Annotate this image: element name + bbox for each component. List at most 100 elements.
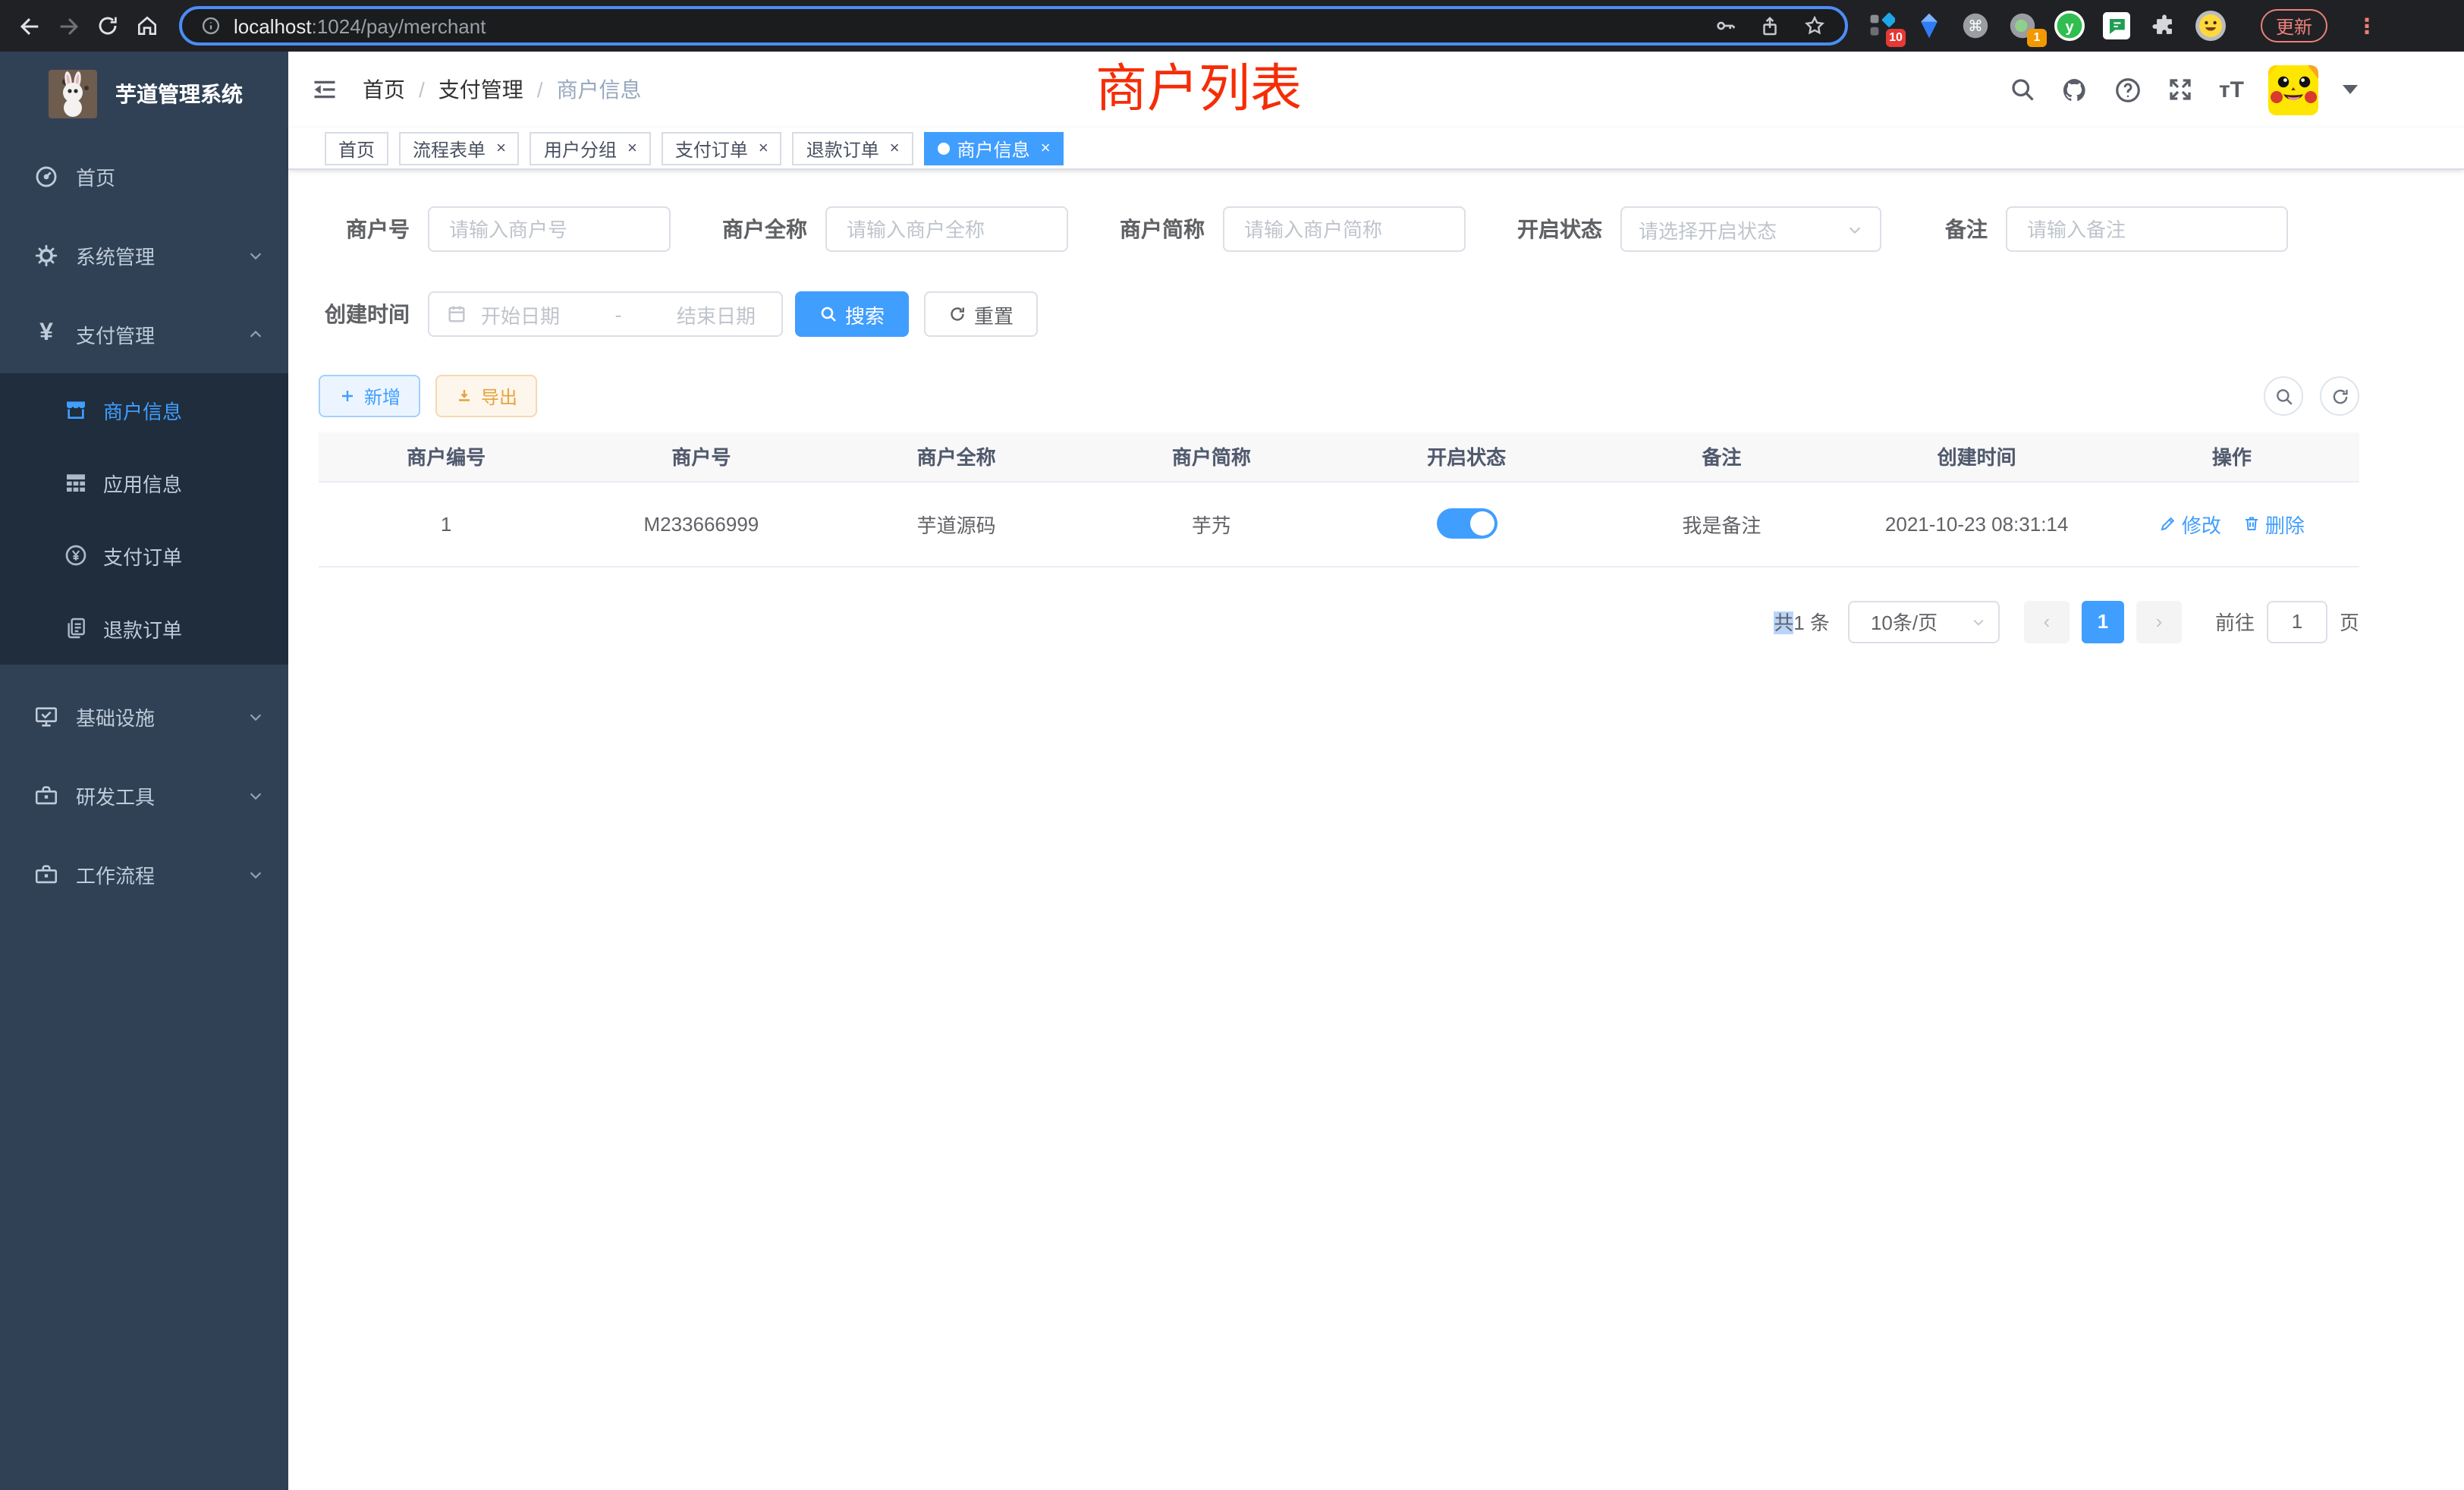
sidebar-fold-icon[interactable] <box>311 76 338 103</box>
browser-chrome: localhost:1024/pay/merchant 10 ⌘ 1 <box>0 0 2464 52</box>
create-time-label: 创建时间 <box>319 299 410 329</box>
info-icon[interactable] <box>200 15 222 36</box>
table-row: 1 M233666999 芋道源码 芋艿 我是备注 2021-10-23 08:… <box>319 481 2359 566</box>
sidebar-item-label: 研发工具 <box>76 781 155 809</box>
refresh-table-button[interactable] <box>2320 376 2359 416</box>
tab-pay-order[interactable]: 支付订单× <box>662 132 782 165</box>
font-size-icon[interactable]: тT <box>2219 78 2244 101</box>
tab-process-form[interactable]: 流程表单× <box>399 132 520 165</box>
prev-page-button[interactable]: ‹ <box>2024 600 2070 643</box>
url-bar[interactable]: localhost:1024/pay/merchant <box>179 6 1848 46</box>
chevron-up-icon <box>247 325 264 342</box>
tab-merchant-info[interactable]: 商户信息× <box>924 132 1064 165</box>
user-avatar[interactable] <box>2268 64 2318 115</box>
goto-page-input[interactable] <box>2267 600 2327 643</box>
bookmark-star-icon[interactable] <box>1802 14 1827 38</box>
search-button[interactable]: 搜索 <box>795 291 909 337</box>
goto-label: 前往 <box>2215 607 2255 636</box>
page-1-button[interactable]: 1 <box>2082 600 2124 643</box>
home-icon[interactable] <box>127 6 167 46</box>
search-icon[interactable] <box>2010 76 2037 103</box>
sidebar-item-label: 首页 <box>76 162 115 190</box>
help-icon[interactable] <box>2114 75 2143 104</box>
yen-icon: ¥ <box>33 321 59 347</box>
calendar-icon <box>446 303 467 325</box>
github-icon[interactable] <box>2061 75 2090 104</box>
chat-extension-icon[interactable] <box>2101 11 2132 41</box>
edit-link[interactable]: 修改 <box>2159 509 2221 538</box>
date-separator: - <box>560 303 677 325</box>
next-page-button[interactable]: › <box>2136 600 2182 643</box>
sidebar-item-system[interactable]: 系统管理 <box>0 215 288 294</box>
close-icon[interactable]: × <box>627 140 637 157</box>
close-icon[interactable]: × <box>496 140 506 157</box>
cell-full-name: 芋道源码 <box>829 481 1084 566</box>
browser-menu-icon[interactable]: ⋮ <box>2356 13 2378 39</box>
col-merchant-id: 商户编号 <box>319 432 574 481</box>
page-size-select[interactable]: 10条/页 <box>1848 600 2000 643</box>
app-logo <box>49 70 97 118</box>
topbar-actions: тT <box>2010 64 2464 115</box>
sidebar-item-label: 基础设施 <box>76 702 155 731</box>
sidebar-item-app-info[interactable]: 应用信息 <box>0 446 288 519</box>
sidebar-item-workflow[interactable]: 工作流程 <box>0 835 288 913</box>
export-button[interactable]: 导出 <box>435 375 537 417</box>
sidebar-item-pay-order[interactable]: 支付订单 <box>0 519 288 592</box>
status-toggle[interactable] <box>1436 508 1497 539</box>
sidebar-item-infrastructure[interactable]: 基础设施 <box>0 677 288 756</box>
extensions-puzzle-icon[interactable] <box>2148 11 2179 41</box>
sidebar-item-home[interactable]: 首页 <box>0 137 288 215</box>
chevron-down-icon <box>247 708 264 725</box>
show-search-toggle-button[interactable] <box>2264 376 2303 416</box>
delete-link[interactable]: 删除 <box>2242 509 2305 538</box>
full-name-input[interactable] <box>825 206 1068 252</box>
screen: localhost:1024/pay/merchant 10 ⌘ 1 <box>0 0 2464 1490</box>
document-icon <box>64 616 88 640</box>
short-name-input[interactable] <box>1223 206 1466 252</box>
close-icon[interactable]: × <box>759 140 768 157</box>
breadcrumb-home[interactable]: 首页 <box>363 74 405 105</box>
close-icon[interactable]: × <box>1041 140 1051 157</box>
sidebar: 芋道管理系统 首页 系统管理 ¥ 支付管理 <box>0 52 288 1490</box>
avatar-caret-icon[interactable] <box>2343 85 2358 94</box>
profile-avatar-icon[interactable] <box>2195 11 2226 41</box>
sidebar-item-refund-order[interactable]: 退款订单 <box>0 592 288 665</box>
share-icon[interactable] <box>1758 14 1781 37</box>
full-name-label: 商户全称 <box>716 214 807 244</box>
gem-extension-icon[interactable] <box>1913 11 1944 41</box>
remark-input[interactable] <box>2006 206 2288 252</box>
tab-home[interactable]: 首页 <box>325 132 388 165</box>
pencil-icon <box>2159 514 2177 533</box>
fullscreen-icon[interactable] <box>2167 76 2195 103</box>
tab-user-group[interactable]: 用户分组× <box>530 132 651 165</box>
browser-update-button[interactable]: 更新 <box>2261 9 2327 42</box>
breadcrumb: 首页 / 支付管理 / 商户信息 <box>363 74 642 105</box>
date-range-input[interactable]: 开始日期 - 结束日期 <box>428 291 783 337</box>
back-icon[interactable] <box>9 6 49 46</box>
tags-view: 首页 流程表单× 用户分组× 支付订单× 退款订单× 商户信息× <box>288 127 2464 170</box>
tab-refund-order[interactable]: 退款订单× <box>793 132 913 165</box>
sidebar-item-merchant-info[interactable]: 商户信息 <box>0 373 288 446</box>
merchant-no-input[interactable] <box>428 206 671 252</box>
tab-groups-extension-icon[interactable]: 10 <box>1866 11 1897 41</box>
close-icon[interactable]: × <box>890 140 900 157</box>
search-icon <box>819 305 838 323</box>
status-select[interactable]: 请选择开启状态 <box>1620 206 1881 252</box>
sidebar-item-dev-tools[interactable]: 研发工具 <box>0 756 288 835</box>
download-icon <box>455 387 473 405</box>
reset-button[interactable]: 重置 <box>924 291 1038 337</box>
sidebar-item-payment[interactable]: ¥ 支付管理 <box>0 294 288 373</box>
recorder-extension-icon[interactable]: 1 <box>2007 11 2038 41</box>
forward-icon[interactable] <box>49 6 88 46</box>
dashboard-icon <box>33 163 59 189</box>
key-icon[interactable] <box>1713 14 1737 38</box>
y-logo-extension-icon[interactable]: y <box>2054 11 2085 41</box>
short-name-label: 商户简称 <box>1114 214 1205 244</box>
url-text: localhost:1024/pay/merchant <box>234 14 486 37</box>
reload-icon[interactable] <box>88 6 127 46</box>
pagination: 共1 条 10条/页 ‹ 1 › 前往 页 <box>319 600 2359 643</box>
cell-remark: 我是备注 <box>1594 481 1849 566</box>
add-button[interactable]: 新增 <box>319 375 420 417</box>
command-extension-icon[interactable]: ⌘ <box>1960 11 1991 41</box>
extension-badge: 1 <box>2027 29 2047 47</box>
